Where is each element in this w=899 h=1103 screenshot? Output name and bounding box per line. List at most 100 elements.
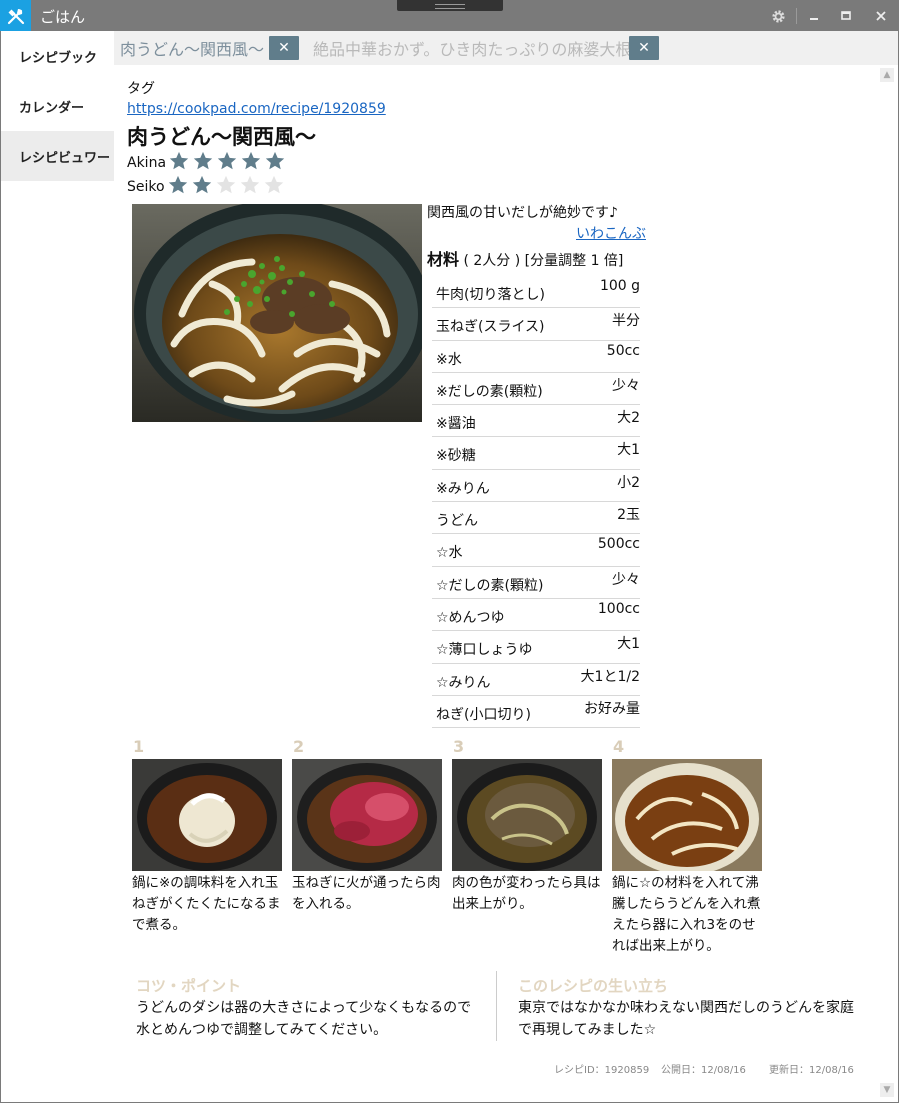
step-card: 1 鍋に※の調味料を入れ玉ねぎがくたくたになるまで煮る。 [132,737,284,936]
ingredient-row: ☆めんつゆ 100cc [432,599,640,632]
updated-date: 更新日：12/08/16 [769,1065,854,1076]
ingredient-quantity: 大1 [617,636,640,653]
maximize-icon[interactable] [836,6,856,26]
ingredient-name: ☆水 [436,545,463,562]
ingredient-row: ねぎ(小口切り) お好み量 [432,696,640,729]
recipe-url-link[interactable]: https://cookpad.com/recipe/1920859 [127,101,386,117]
sidebar-item-label: レシピビュワー [19,150,111,166]
drag-handle[interactable] [397,0,503,11]
utensils-icon[interactable] [0,0,31,31]
step-photo [292,759,442,871]
tab-close-button[interactable]: ✕ [269,36,299,60]
scale-adjust-link[interactable]: [分量調整 1 倍] [525,253,624,269]
ingredient-row: ※だしの素(顆粒) 少々 [432,373,640,406]
ingredient-name: ※だしの素(顆粒) [436,383,543,400]
ingredient-name: 牛肉(切り落とし) [436,287,545,303]
ingredient-name: うどん [436,513,478,530]
tab-label: 肉うどん〜関西風〜 [120,40,265,59]
recipe-view: ▲ ▼ タグ https://cookpad.com/recipe/192085… [114,65,898,1102]
author-link[interactable]: いわこんぶ [576,223,646,243]
rating-row: Akina [127,150,288,176]
ingredient-quantity: 500cc [597,536,640,553]
tips-section: コツ・ポイント うどんのダシは器の大きさによって少なくもなるので水とめんつゆで調… [136,975,476,1041]
ingredients-header: 材料 ( 2人分 ) [分量調整 1 倍] [427,246,623,270]
ingredient-quantity: お好み量 [584,700,640,717]
tab-label: 絶品中華おかず。ひき肉たっぷりの麻婆大根 [313,40,632,59]
history-section: このレシピの生い立ち 東京ではなかなか味わえない関西だしのうどんを家庭で再現して… [518,975,858,1041]
step-text: 玉ねぎに火が通ったら肉を入れる。 [292,875,441,912]
recipe-id: レシピID：1920859 [554,1065,650,1076]
ingredient-quantity: 大1と1/2 [580,668,640,685]
gear-icon[interactable] [768,6,788,26]
step-photo [452,759,602,871]
tips-text: うどんのダシは器の大きさによって少なくもなるので水とめんつゆで調整してみてくださ… [136,1000,472,1038]
recipe-title: 肉うどん〜関西風〜 [127,125,316,149]
ingredient-row: 玉ねぎ(スライス) 半分 [432,308,640,341]
title-bar: ごはん [0,0,899,31]
window-title: ごはん [40,8,86,26]
ingredient-row: ※みりん 小2 [432,470,640,503]
star-empty-icon[interactable] [239,174,263,196]
ingredients-title: 材料 [427,250,460,269]
sidebar-item-recipe-book[interactable]: レシピブック [1,31,114,81]
star-filled-icon[interactable] [264,150,288,172]
star-filled-icon[interactable] [167,174,191,196]
sidebar-item-recipe-viewer[interactable]: レシピビュワー [1,131,114,181]
minimize-icon[interactable] [804,6,824,26]
ingredient-quantity: 2玉 [617,507,640,524]
ingredient-row: ※醤油 大2 [432,405,640,438]
ingredient-name: ねぎ(小口切り) [436,706,531,723]
star-rating[interactable] [167,174,287,200]
ingredient-quantity: 大1 [617,442,640,459]
section-divider [496,971,497,1041]
rater-name: Akina [127,155,167,171]
tab-close-button[interactable]: ✕ [629,36,659,60]
scroll-down-arrow[interactable]: ▼ [880,1083,894,1097]
servings: ( 2人分 ) [463,253,521,269]
recipe-photo [132,204,422,422]
ingredient-name: ☆みりん [436,674,491,691]
star-empty-icon[interactable] [263,174,287,196]
close-icon[interactable] [871,6,891,26]
ingredient-name: ※水 [436,351,462,368]
star-rating[interactable] [168,150,288,176]
star-empty-icon[interactable] [215,174,239,196]
window-frame [0,31,1,1103]
step-card: 2 玉ねぎに火が通ったら肉を入れる。 [292,737,444,915]
ingredient-row: ※砂糖 大1 [432,437,640,470]
sidebar: レシピブック カレンダー レシピビュワー [1,31,114,1102]
ingredient-quantity: 100cc [597,600,640,617]
step-number: 2 [293,737,305,756]
step-text: 鍋に☆の材料を入れて沸騰したらうどんを入れ煮えたら器に入れ3をのせれば出来上がり… [612,875,761,954]
ingredient-row: ☆みりん 大1と1/2 [432,664,640,696]
ingredient-quantity: 100 g [599,278,640,294]
recipe-description: 関西風の甘いだしが絶妙です♪ [427,205,618,221]
star-filled-icon[interactable] [191,174,215,196]
ingredient-row: ☆水 500cc [432,534,640,567]
step-card: 3 肉の色が変わったら具は出来上がり。 [452,737,604,915]
ingredient-row: ☆薄口しょうゆ 大1 [432,631,640,664]
ingredient-row: うどん 2玉 [432,502,640,535]
rater-name: Seiko [127,179,165,195]
ingredient-name: ☆だしの素(顆粒) [436,577,544,594]
ingredient-name: ※みりん [436,480,490,497]
star-filled-icon[interactable] [240,150,264,172]
ingredient-quantity: 小2 [617,474,640,491]
star-filled-icon[interactable] [216,150,240,172]
step-number: 1 [133,737,145,756]
ingredient-name: ※砂糖 [436,448,476,465]
tag-label: タグ [127,81,155,97]
sidebar-item-label: レシピブック [19,50,98,66]
ingredient-quantity: 少々 [612,571,640,588]
sidebar-item-calendar[interactable]: カレンダー [1,81,114,131]
scroll-up-arrow[interactable]: ▲ [880,68,894,82]
ingredient-row: ☆だしの素(顆粒) 少々 [432,567,640,599]
star-filled-icon[interactable] [192,150,216,172]
step-photo [612,759,762,871]
ingredient-quantity: 50cc [606,342,640,359]
tab-niku-udon[interactable]: 肉うどん〜関西風〜 [120,31,264,65]
ingredient-quantity: 半分 [612,313,640,330]
star-filled-icon[interactable] [168,150,192,172]
ingredient-name: ※醤油 [436,416,476,433]
tab-mabo-daikon[interactable]: 絶品中華おかず。ひき肉たっぷりの麻婆大根 [313,31,631,65]
